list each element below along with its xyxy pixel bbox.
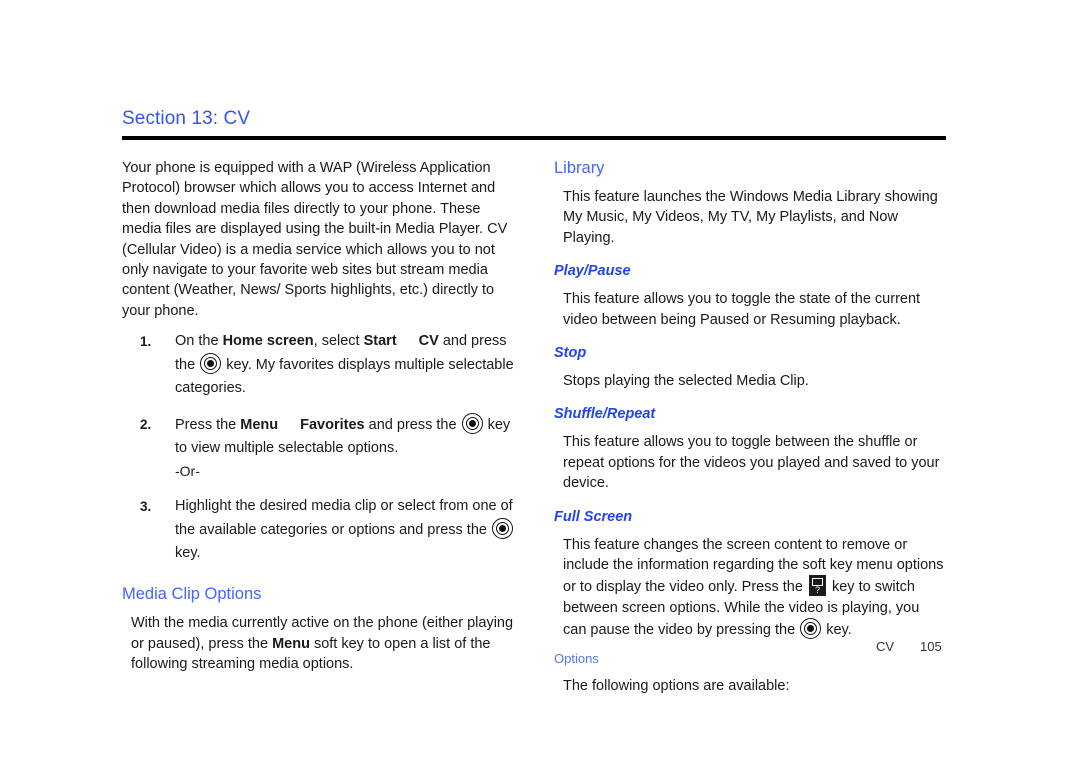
left-column: Your phone is equipped with a WAP (Wirel… <box>122 158 514 674</box>
ok-key-icon <box>491 518 513 540</box>
page-footer: CV 105 <box>554 639 946 654</box>
page-title: Section 13: CV <box>122 108 251 129</box>
ok-key-icon <box>461 413 483 435</box>
full-screen-body: This feature changes the screen content … <box>554 535 946 641</box>
step-bold-favorites: Favorites <box>300 417 365 434</box>
step-text-part: On the <box>175 333 223 350</box>
play-pause-body: This feature allows you to toggle the st… <box>563 291 921 328</box>
step-text-part: Press the <box>175 417 241 434</box>
display-key-question-glyph: ? <box>814 585 820 596</box>
step-item-1: 1. On the Home screen, select Start CV and… <box>122 330 514 400</box>
body-bold-menu: Menu <box>272 635 310 652</box>
page-header: Section 13: CV <box>122 108 946 140</box>
shuffle-repeat-body: This feature allows you to toggle betwee… <box>563 434 940 492</box>
header-divider <box>122 136 946 140</box>
step-number: 1. <box>140 334 152 350</box>
step-number: 2. <box>140 417 152 433</box>
step-item-2: 2. Press the Menu Favorites and press the … <box>122 413 514 460</box>
options-body: The following options are available: <box>563 677 790 694</box>
step-text-part: and press the <box>364 417 461 434</box>
step-text-part: key. My favorites displays multiple sele… <box>175 357 514 397</box>
numbered-steps: 1. On the Home screen, select Start CV and… <box>122 330 514 565</box>
or-separator: -Or- <box>175 463 200 480</box>
spacer <box>122 482 514 495</box>
heading-stop: Stop <box>554 345 587 362</box>
footer-page-number: 105 <box>920 639 942 654</box>
right-column: Library This feature launches the Window… <box>554 158 946 696</box>
heading-shuffle-repeat: Shuffle/Repeat <box>554 406 656 423</box>
step-bold-menu: Menu <box>240 417 279 434</box>
step-text-part: , select <box>313 333 364 350</box>
heading-play-pause: Play/Pause <box>554 263 631 280</box>
spacer <box>122 400 514 413</box>
manual-page: Section 13: CV Your phone is equipped wi… <box>0 0 1080 771</box>
stop-body: Stops playing the selected Media Clip. <box>563 373 809 390</box>
media-clip-options-body: With the media currently active on the p… <box>122 613 514 674</box>
library-body: This feature launches the Windows Media … <box>563 189 938 246</box>
footer-section-label: CV <box>875 639 894 654</box>
ok-key-icon <box>800 618 822 640</box>
step-bold-cv: CV <box>418 333 439 350</box>
intro-paragraph: Your phone is equipped with a WAP (Wirel… <box>122 160 508 319</box>
step-text-part: key. <box>175 545 201 562</box>
heading-library: Library <box>554 159 605 177</box>
ok-key-icon <box>200 353 222 375</box>
step-item-3: 3. Highlight the desired media clip or se… <box>122 495 514 565</box>
heading-media-clip-options: Media Clip Options <box>122 585 262 604</box>
body-text-part: key. <box>822 622 852 639</box>
step-text-part: Highlight the desired media clip or sele… <box>175 498 513 539</box>
display-key-icon: ? <box>808 575 826 597</box>
step-bold-home-screen: Home screen <box>222 333 314 350</box>
step-bold-start: Start <box>363 333 397 350</box>
heading-full-screen: Full Screen <box>554 508 633 525</box>
step-number: 3. <box>140 499 152 515</box>
